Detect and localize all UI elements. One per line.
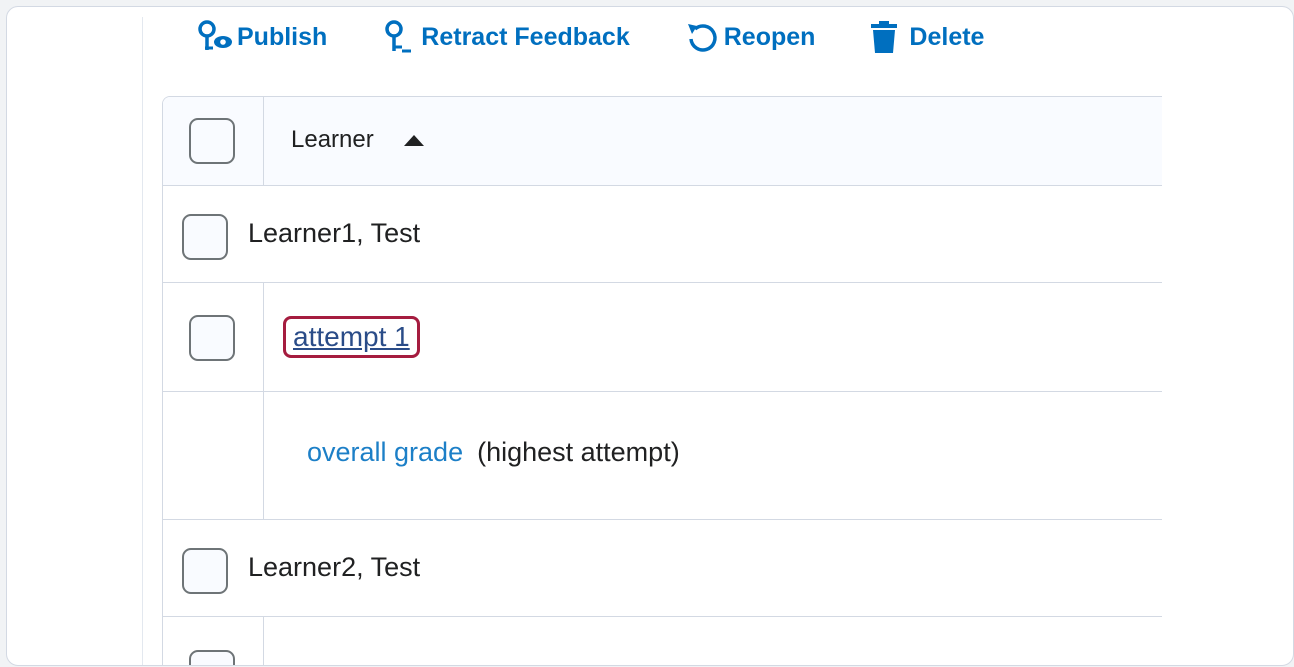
reopen-label: Reopen [723,22,816,51]
table-row: Learner1, Test [163,186,1162,283]
attempt-link[interactable]: attempt 1 [283,316,420,358]
learner-column-header[interactable]: Learner [291,126,424,154]
page-frame: Publish Retract Feedback Reopen Delete L… [6,6,1294,666]
publish-button[interactable]: Publish [197,19,327,55]
table-row: overall grade (highest attempt) [163,392,1162,520]
retract-feedback-icon [381,19,421,55]
trash-icon [869,19,909,55]
table-row: Learner2, Test [163,520,1162,617]
learner-checkbox[interactable] [182,548,228,594]
table-row: attempt 1 [163,283,1162,392]
toolbar: Publish Retract Feedback Reopen Delete [197,17,1038,57]
attempt-checkbox[interactable] [189,315,235,361]
retract-feedback-button[interactable]: Retract Feedback [381,19,630,55]
sort-ascending-icon [403,134,424,146]
learner-name: Learner1, Test [248,218,421,248]
reopen-icon [684,19,724,55]
reopen-button[interactable]: Reopen [684,19,816,55]
column-divider [263,283,264,391]
left-divider [142,17,143,665]
table-row [163,617,1162,665]
overall-grade-note: (highest attempt) [477,437,680,467]
column-divider [263,97,264,185]
learner-column-label: Learner [291,126,374,153]
overall-grade-link[interactable]: overall grade [307,437,463,467]
table-header: Learner [163,97,1162,186]
learner-checkbox[interactable] [182,214,228,260]
delete-button[interactable]: Delete [869,19,984,55]
column-divider [263,617,264,665]
learner-name: Learner2, Test [248,552,421,582]
publish-icon [197,19,237,55]
overall-grade-cell: overall grade (highest attempt) [307,437,680,468]
publish-label: Publish [237,22,328,51]
retract-feedback-label: Retract Feedback [421,22,630,51]
select-all-checkbox[interactable] [189,118,235,164]
column-divider [263,392,264,519]
attempt-checkbox[interactable] [189,650,235,665]
delete-label: Delete [909,22,985,51]
submissions-table: Learner Learner1, Test attempt 1 overall… [162,96,1162,665]
